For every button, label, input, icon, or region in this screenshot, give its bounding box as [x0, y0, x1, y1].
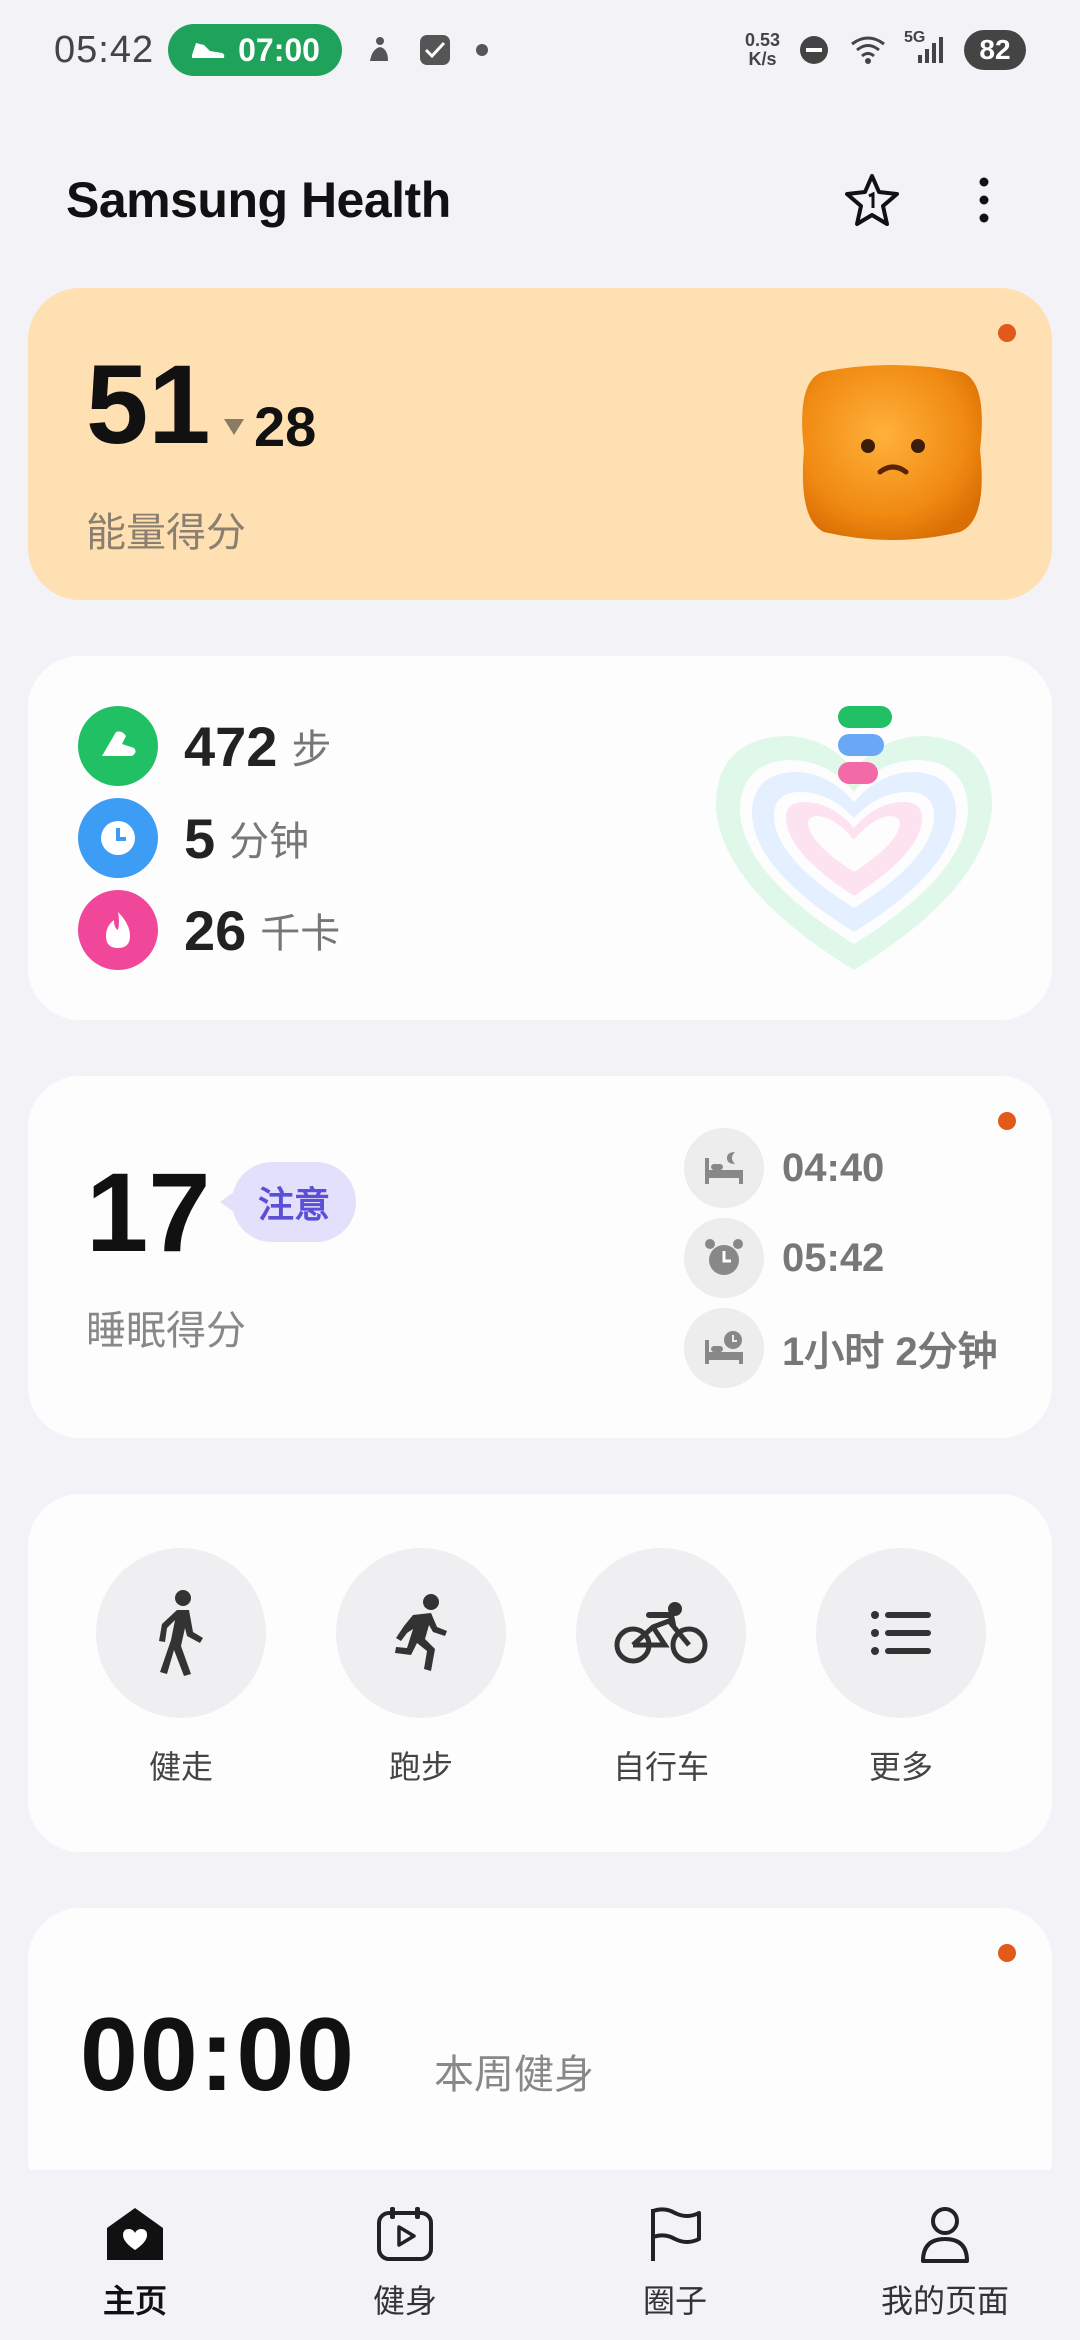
star-badge-icon — [845, 174, 899, 226]
new-indicator-dot — [998, 1112, 1016, 1130]
status-bar: 05:42 07:00 0.53 K/s 5G 82 — [0, 0, 1080, 100]
new-indicator-dot — [998, 1944, 1016, 1962]
active-minutes-value: 5 — [184, 806, 216, 870]
weekly-fitness-label: 本周健身 — [434, 2052, 594, 2098]
bed-clock-icon — [684, 1308, 764, 1388]
more-notifications-dot — [475, 44, 488, 56]
more-vertical-icon — [979, 177, 989, 223]
sleep-status-badge: 注意 — [219, 1162, 357, 1242]
rewards-button[interactable] — [842, 170, 902, 230]
battery-indicator: 82 — [964, 30, 1026, 70]
steps-unit: 步 — [291, 727, 332, 773]
dnd-icon — [800, 36, 828, 64]
flame-icon — [78, 890, 158, 970]
calories-row: 26 千卡 — [78, 890, 340, 970]
activity-rings-heart-icon — [715, 706, 993, 970]
bottom-navigation: 主页 健身 圈子 我的页面 — [0, 2170, 1080, 2340]
active-time-row: 5 分钟 — [78, 798, 309, 878]
running-label: 跑步 — [388, 1748, 453, 1786]
sleep-score: 17 — [86, 1150, 211, 1275]
home-heart-icon — [107, 2208, 163, 2260]
weekly-fitness-time: 00:00 — [80, 1997, 356, 2113]
alarm-time: 07:00 — [238, 31, 320, 68]
list-icon — [871, 1611, 931, 1655]
sleep-score-label: 睡眠得分 — [86, 1308, 246, 1354]
more-exercises-button[interactable]: 更多 — [816, 1548, 986, 1788]
cell-signal: 5G — [904, 29, 946, 65]
nav-home[interactable]: 主页 — [0, 2170, 270, 2340]
sleep-score-card[interactable]: 17 注意 睡眠得分 04:40 05:42 1小时 2分钟 — [28, 1076, 1052, 1438]
sleep-duration-value: 1小时 2分钟 — [782, 1330, 998, 1374]
active-minutes-unit: 分钟 — [229, 819, 310, 865]
walking-icon — [159, 1590, 203, 1676]
quick-exercise-card: 健走 跑步 自行车 更多 — [28, 1494, 1052, 1852]
cycling-button[interactable]: 自行车 — [576, 1548, 746, 1788]
app-header: Samsung Health — [0, 150, 1080, 250]
energy-score-card[interactable]: 51 28 能量得分 — [28, 288, 1052, 600]
shoe-icon — [192, 43, 225, 58]
more-options-button[interactable] — [954, 170, 1014, 230]
person-icon — [921, 2207, 969, 2263]
calories-unit: 千卡 — [260, 911, 341, 957]
nav-together[interactable]: 圈子 — [540, 2170, 810, 2340]
fitness-play-icon — [377, 2207, 433, 2261]
energy-mascot-icon — [802, 365, 982, 540]
alarm-clock-icon — [684, 1218, 764, 1298]
fitness-notif-icon — [360, 31, 398, 69]
wifi-icon — [851, 36, 885, 64]
task-notif-icon — [416, 31, 454, 69]
bedtime-value: 04:40 — [782, 1145, 885, 1190]
nav-fitness[interactable]: 健身 — [270, 2170, 540, 2340]
nav-my-page[interactable]: 我的页面 — [810, 2170, 1080, 2340]
app-title: Samsung Health — [66, 172, 451, 228]
wake-time-value: 05:42 — [782, 1235, 885, 1280]
weekly-fitness-card[interactable]: 00:00 本周健身 — [28, 1908, 1052, 2208]
energy-score: 51 — [86, 342, 211, 467]
flag-icon — [651, 2207, 701, 2261]
network-speed: 0.53 K/s — [744, 30, 780, 69]
activity-card[interactable]: 472 步 5 分钟 26 千卡 — [28, 656, 1052, 1020]
sleep-duration-row: 1小时 2分钟 — [684, 1308, 998, 1388]
more-label: 更多 — [868, 1748, 933, 1786]
clock-icon — [78, 798, 158, 878]
steps-value: 472 — [184, 714, 278, 778]
steps-row: 472 步 — [78, 706, 331, 786]
walking-label: 健走 — [148, 1748, 213, 1786]
status-time: 05:42 — [54, 28, 155, 71]
walking-button[interactable]: 健走 — [96, 1548, 266, 1788]
new-indicator-dot — [998, 324, 1016, 342]
running-button[interactable]: 跑步 — [336, 1548, 506, 1788]
cycling-label: 自行车 — [612, 1748, 709, 1786]
calories-value: 26 — [184, 898, 247, 962]
bedtime-row: 04:40 — [684, 1128, 884, 1208]
running-icon — [395, 1594, 447, 1671]
wake-time-row: 05:42 — [684, 1218, 884, 1298]
cycling-icon — [614, 1602, 708, 1664]
energy-score-label: 能量得分 — [86, 510, 246, 556]
bed-moon-icon — [684, 1128, 764, 1208]
alarm-pill[interactable]: 07:00 — [168, 24, 342, 76]
shoe-icon — [78, 706, 158, 786]
energy-change: 28 — [224, 394, 316, 459]
down-arrow-icon — [224, 418, 244, 435]
